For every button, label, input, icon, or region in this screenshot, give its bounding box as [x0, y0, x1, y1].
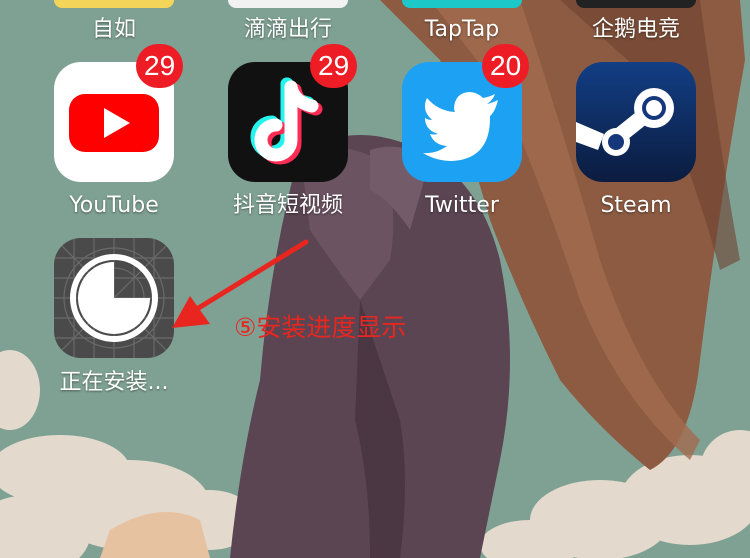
- annotation-arrow: [172, 239, 309, 328]
- annotation-text: ⑤安装进度显示: [234, 313, 407, 342]
